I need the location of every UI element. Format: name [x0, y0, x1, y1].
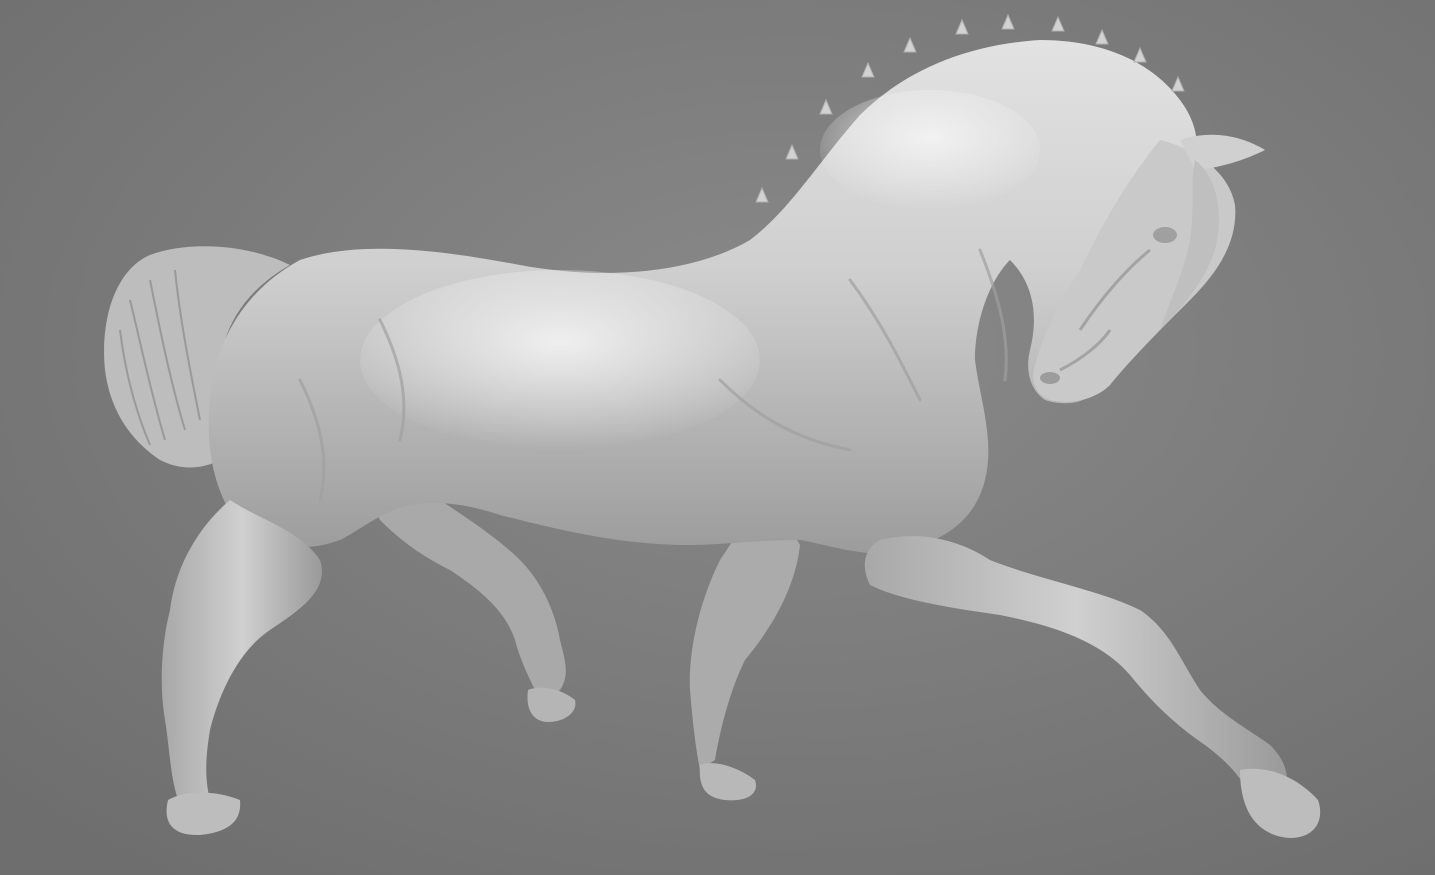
render-viewport[interactable]	[0, 0, 1435, 875]
body-highlight	[360, 270, 760, 450]
horse-nostril	[1040, 372, 1060, 384]
neck-highlight	[820, 90, 1040, 210]
render-canvas	[0, 0, 1435, 875]
horse-eye	[1153, 227, 1177, 243]
